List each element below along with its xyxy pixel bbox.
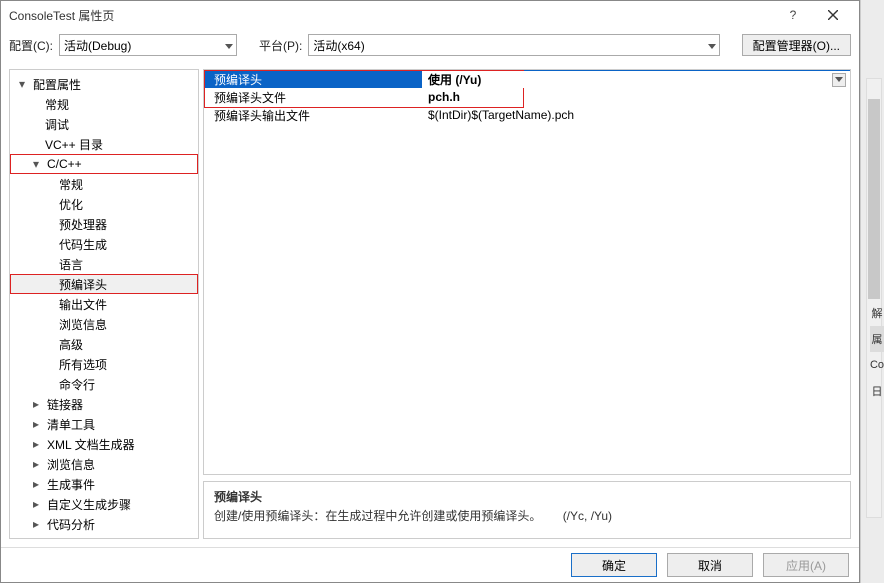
tree-item-ccpp-pch[interactable]: 预编译头: [10, 274, 198, 294]
prop-row-pchfile[interactable]: 预编译头文件 pch.h: [204, 88, 850, 106]
tree-item-ccpp-cmdline[interactable]: 命令行: [10, 374, 198, 394]
chevron-down-icon[interactable]: [832, 73, 846, 87]
tree-item-debug[interactable]: 调试: [10, 114, 198, 134]
chevron-down-icon: [225, 38, 233, 52]
titlebar: ConsoleTest 属性页 ?: [1, 1, 859, 29]
vertical-scrollbar[interactable]: [866, 78, 882, 518]
tree-item-ccpp-preproc[interactable]: 预处理器: [10, 214, 198, 234]
help-button[interactable]: ?: [773, 1, 813, 29]
platform-select-value: 活动(x64): [313, 37, 364, 54]
close-button[interactable]: [813, 1, 853, 29]
tree-item-ccpp-allopts[interactable]: 所有选项: [10, 354, 198, 374]
property-pages-dialog: ConsoleTest 属性页 ? 配置(C): 活动(Debug) 平台(P)…: [0, 0, 860, 583]
tree-item-manifest[interactable]: ▸清单工具: [10, 414, 198, 434]
tree-item-ccpp-optimize[interactable]: 优化: [10, 194, 198, 214]
expander-icon[interactable]: ▾: [30, 157, 42, 171]
side-tab-solution[interactable]: 解: [870, 300, 884, 326]
cancel-button[interactable]: 取消: [667, 553, 753, 577]
tree-item-ccpp-advanced[interactable]: 高级: [10, 334, 198, 354]
expander-icon[interactable]: ▸: [30, 477, 42, 491]
chevron-down-icon: [708, 38, 716, 52]
tree-item-custombuild[interactable]: ▸自定义生成步骤: [10, 494, 198, 514]
prop-name: 预编译头输出文件: [204, 107, 422, 124]
ok-button[interactable]: 确定: [571, 553, 657, 577]
property-grid[interactable]: 预编译头 使用 (/Yu) 预编译头文件 pch.h 预编译头输出文件 $(In…: [203, 69, 851, 475]
side-tab-co[interactable]: Co: [870, 352, 884, 378]
prop-value[interactable]: 使用 (/Yu): [422, 71, 850, 88]
expander-icon[interactable]: ▸: [30, 497, 42, 511]
dialog-footer: 确定 取消 应用(A): [1, 547, 859, 582]
description-pane: 预编译头 创建/使用预编译头：在生成过程中允许创建或使用预编译头。 (/Yc, …: [203, 481, 851, 539]
window-title: ConsoleTest 属性页: [9, 7, 773, 24]
tree-item-ccpp-general[interactable]: 常规: [10, 174, 198, 194]
tree-item-ccpp-lang[interactable]: 语言: [10, 254, 198, 274]
prop-row-pch[interactable]: 预编译头 使用 (/Yu): [204, 70, 850, 88]
tree-item-general[interactable]: 常规: [10, 94, 198, 114]
desc-title: 预编译头: [214, 488, 840, 505]
tree-item-ccpp-browse[interactable]: 浏览信息: [10, 314, 198, 334]
ide-side-tabs: 解 属 Co 日: [860, 0, 884, 583]
close-icon: [828, 10, 838, 20]
expander-icon[interactable]: ▸: [30, 417, 42, 431]
config-select[interactable]: 活动(Debug): [59, 34, 237, 56]
config-select-value: 活动(Debug): [64, 37, 131, 54]
expander-icon[interactable]: ▸: [30, 397, 42, 411]
prop-value[interactable]: $(IntDir)$(TargetName).pch: [422, 108, 850, 122]
side-tab-log[interactable]: 日: [870, 378, 884, 404]
platform-label: 平台(P):: [259, 37, 302, 54]
expander-icon[interactable]: ▸: [30, 517, 42, 531]
expander-icon[interactable]: ▸: [30, 437, 42, 451]
tree-item-buildevents[interactable]: ▸生成事件: [10, 474, 198, 494]
prop-name: 预编译头文件: [204, 89, 422, 106]
tree-item-xmldoc[interactable]: ▸XML 文档生成器: [10, 434, 198, 454]
expander-icon[interactable]: ▸: [30, 457, 42, 471]
platform-select[interactable]: 活动(x64): [308, 34, 719, 56]
grid-pane: 预编译头 使用 (/Yu) 预编译头文件 pch.h 预编译头输出文件 $(In…: [203, 69, 851, 539]
apply-button[interactable]: 应用(A): [763, 553, 849, 577]
tree-item-ccpp-codegen[interactable]: 代码生成: [10, 234, 198, 254]
tree-item-codeanalysis[interactable]: ▸代码分析: [10, 514, 198, 534]
scrollbar-thumb[interactable]: [868, 99, 880, 299]
tree-root[interactable]: ▾ 配置属性: [10, 74, 198, 94]
prop-name: 预编译头: [204, 71, 422, 88]
tree-item-ccpp[interactable]: ▾ C/C++: [10, 154, 198, 174]
body-area: ▾ 配置属性 常规 调试 VC++ 目录 ▾ C/C++: [1, 61, 859, 547]
tree-item-browseinfo[interactable]: ▸浏览信息: [10, 454, 198, 474]
prop-value[interactable]: pch.h: [422, 90, 850, 104]
config-label: 配置(C):: [9, 37, 53, 54]
prop-row-pchoutput[interactable]: 预编译头输出文件 $(IntDir)$(TargetName).pch: [204, 106, 850, 124]
side-tab-properties[interactable]: 属: [870, 326, 884, 352]
expander-icon[interactable]: ▾: [16, 77, 28, 91]
tree: ▾ 配置属性 常规 调试 VC++ 目录 ▾ C/C++: [10, 74, 198, 534]
tree-item-linker[interactable]: ▸链接器: [10, 394, 198, 414]
tree-pane[interactable]: ▾ 配置属性 常规 调试 VC++ 目录 ▾ C/C++: [9, 69, 199, 539]
tree-item-ccpp-output[interactable]: 输出文件: [10, 294, 198, 314]
desc-body: 创建/使用预编译头：在生成过程中允许创建或使用预编译头。 (/Yc, /Yu): [214, 507, 840, 524]
tree-item-vcdirs[interactable]: VC++ 目录: [10, 134, 198, 154]
config-manager-button[interactable]: 配置管理器(O)...: [742, 34, 851, 56]
config-row: 配置(C): 活动(Debug) 平台(P): 活动(x64) 配置管理器(O)…: [1, 29, 859, 61]
